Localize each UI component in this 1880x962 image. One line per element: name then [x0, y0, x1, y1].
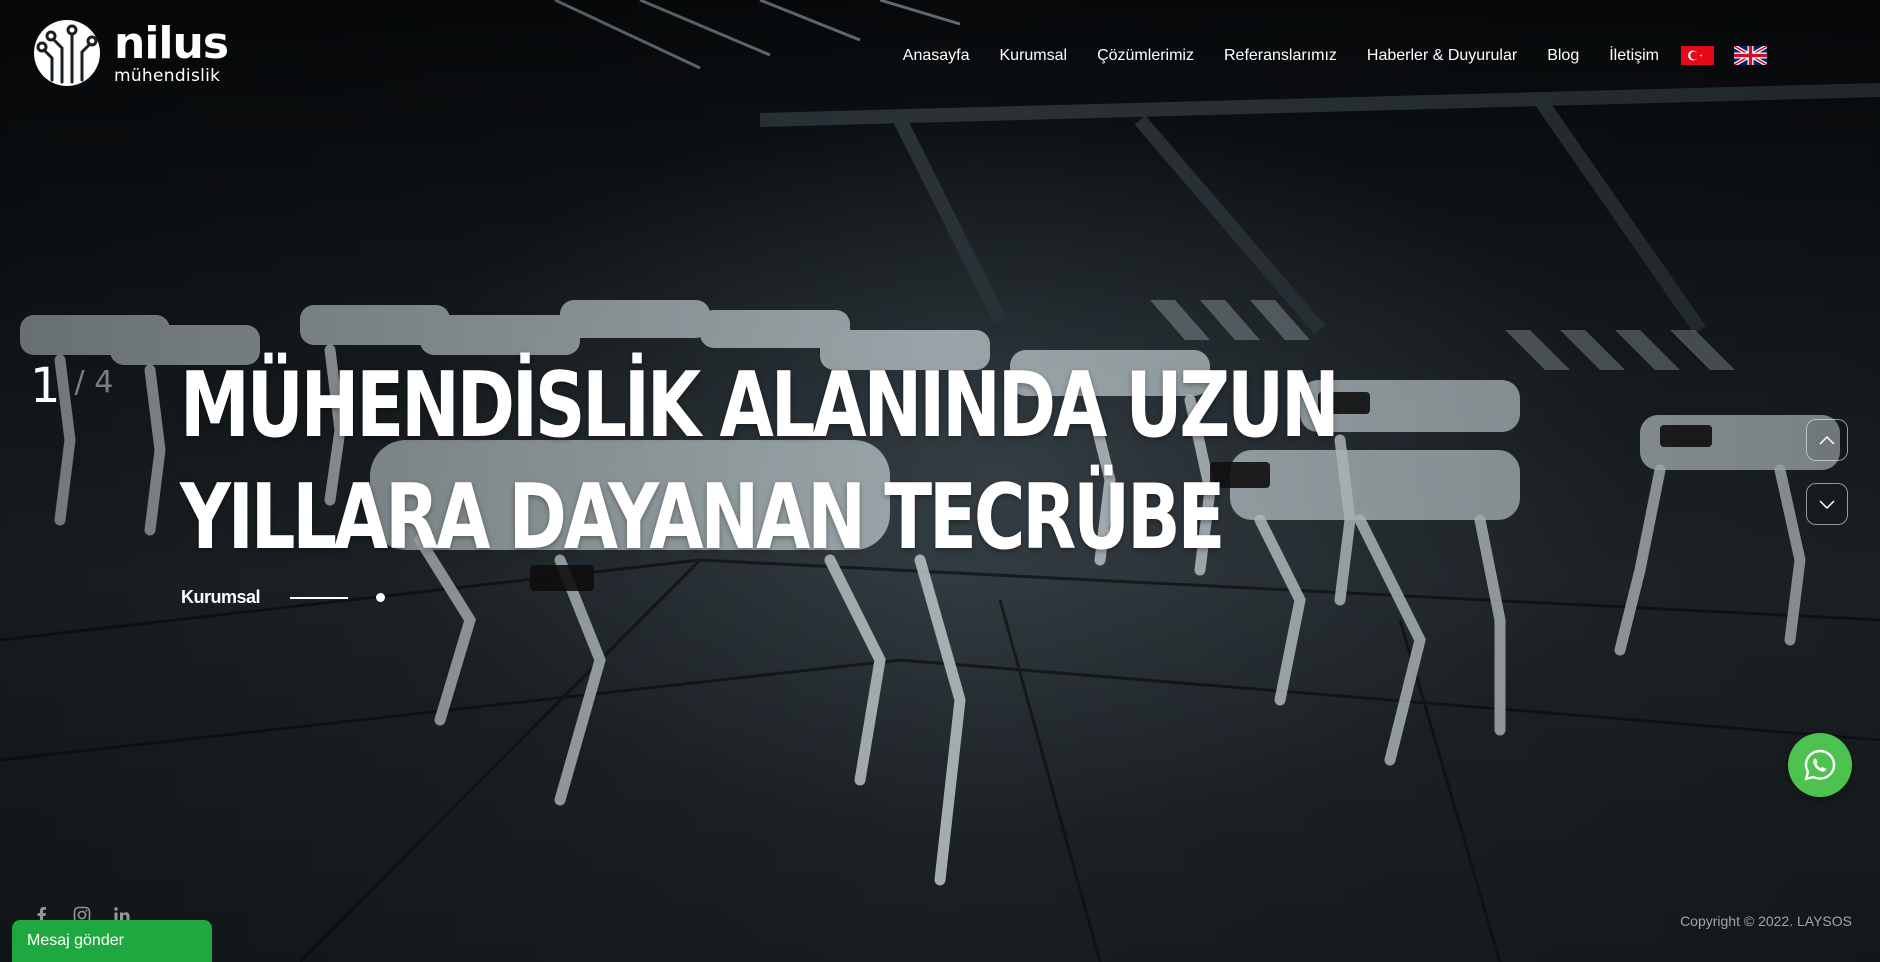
brand-name: nilus — [114, 17, 229, 69]
slide-counter-current: 1 — [30, 358, 61, 414]
whatsapp-button[interactable] — [1788, 733, 1852, 797]
main-nav: Anasayfa Kurumsal Çözümlerimiz Referansl… — [873, 46, 1767, 65]
nav-item-haberler-duyurular[interactable]: Haberler & Duyurular — [1367, 47, 1517, 65]
chevron-up-icon — [1819, 435, 1835, 445]
slide-cta-link[interactable]: Kurumsal — [181, 587, 386, 608]
slide-cta-label: Kurumsal — [181, 587, 261, 607]
slide-cta-line — [290, 596, 349, 599]
whatsapp-icon — [1804, 749, 1836, 781]
logo-circuit-icon — [34, 20, 100, 86]
slider-prev-button[interactable] — [1806, 419, 1848, 461]
uk-flag-icon[interactable] — [1734, 46, 1767, 65]
chevron-down-icon — [1819, 500, 1835, 510]
nav-item-referanslarimiz[interactable]: Referanslarımız — [1224, 47, 1337, 65]
chat-send-message-tab[interactable]: Mesaj gönder — [12, 920, 212, 962]
nav-item-blog[interactable]: Blog — [1547, 47, 1579, 65]
slide-headline-line-2: YILLARA DAYANAN TECRÜBE — [180, 465, 1225, 570]
slide-counter: 1 / 4 — [30, 358, 113, 414]
slide-headline-line-1: MÜHENDİSLİK ALANINDA UZUN — [180, 353, 1340, 458]
nav-item-anasayfa[interactable]: Anasayfa — [903, 47, 970, 65]
slide-cta-dot — [376, 593, 386, 602]
turkey-flag-icon[interactable] — [1681, 46, 1714, 65]
nav-item-cozumlerimiz[interactable]: Çözümlerimiz — [1097, 47, 1194, 65]
slide-counter-total: / 4 — [74, 365, 114, 400]
nav-item-iletisim[interactable]: İletişim — [1609, 47, 1659, 65]
slider-next-button[interactable] — [1806, 483, 1848, 525]
brand-tagline: mühendislik — [114, 65, 221, 86]
nav-item-kurumsal[interactable]: Kurumsal — [1000, 47, 1068, 65]
site-logo[interactable]: nilus mühendislik — [32, 17, 229, 88]
slide-headline: MÜHENDİSLİK ALANINDA UZUN YILLARA DAYANA… — [180, 350, 1340, 574]
footer-copyright: Copyright © 2022. LAYSOS — [1680, 913, 1852, 929]
